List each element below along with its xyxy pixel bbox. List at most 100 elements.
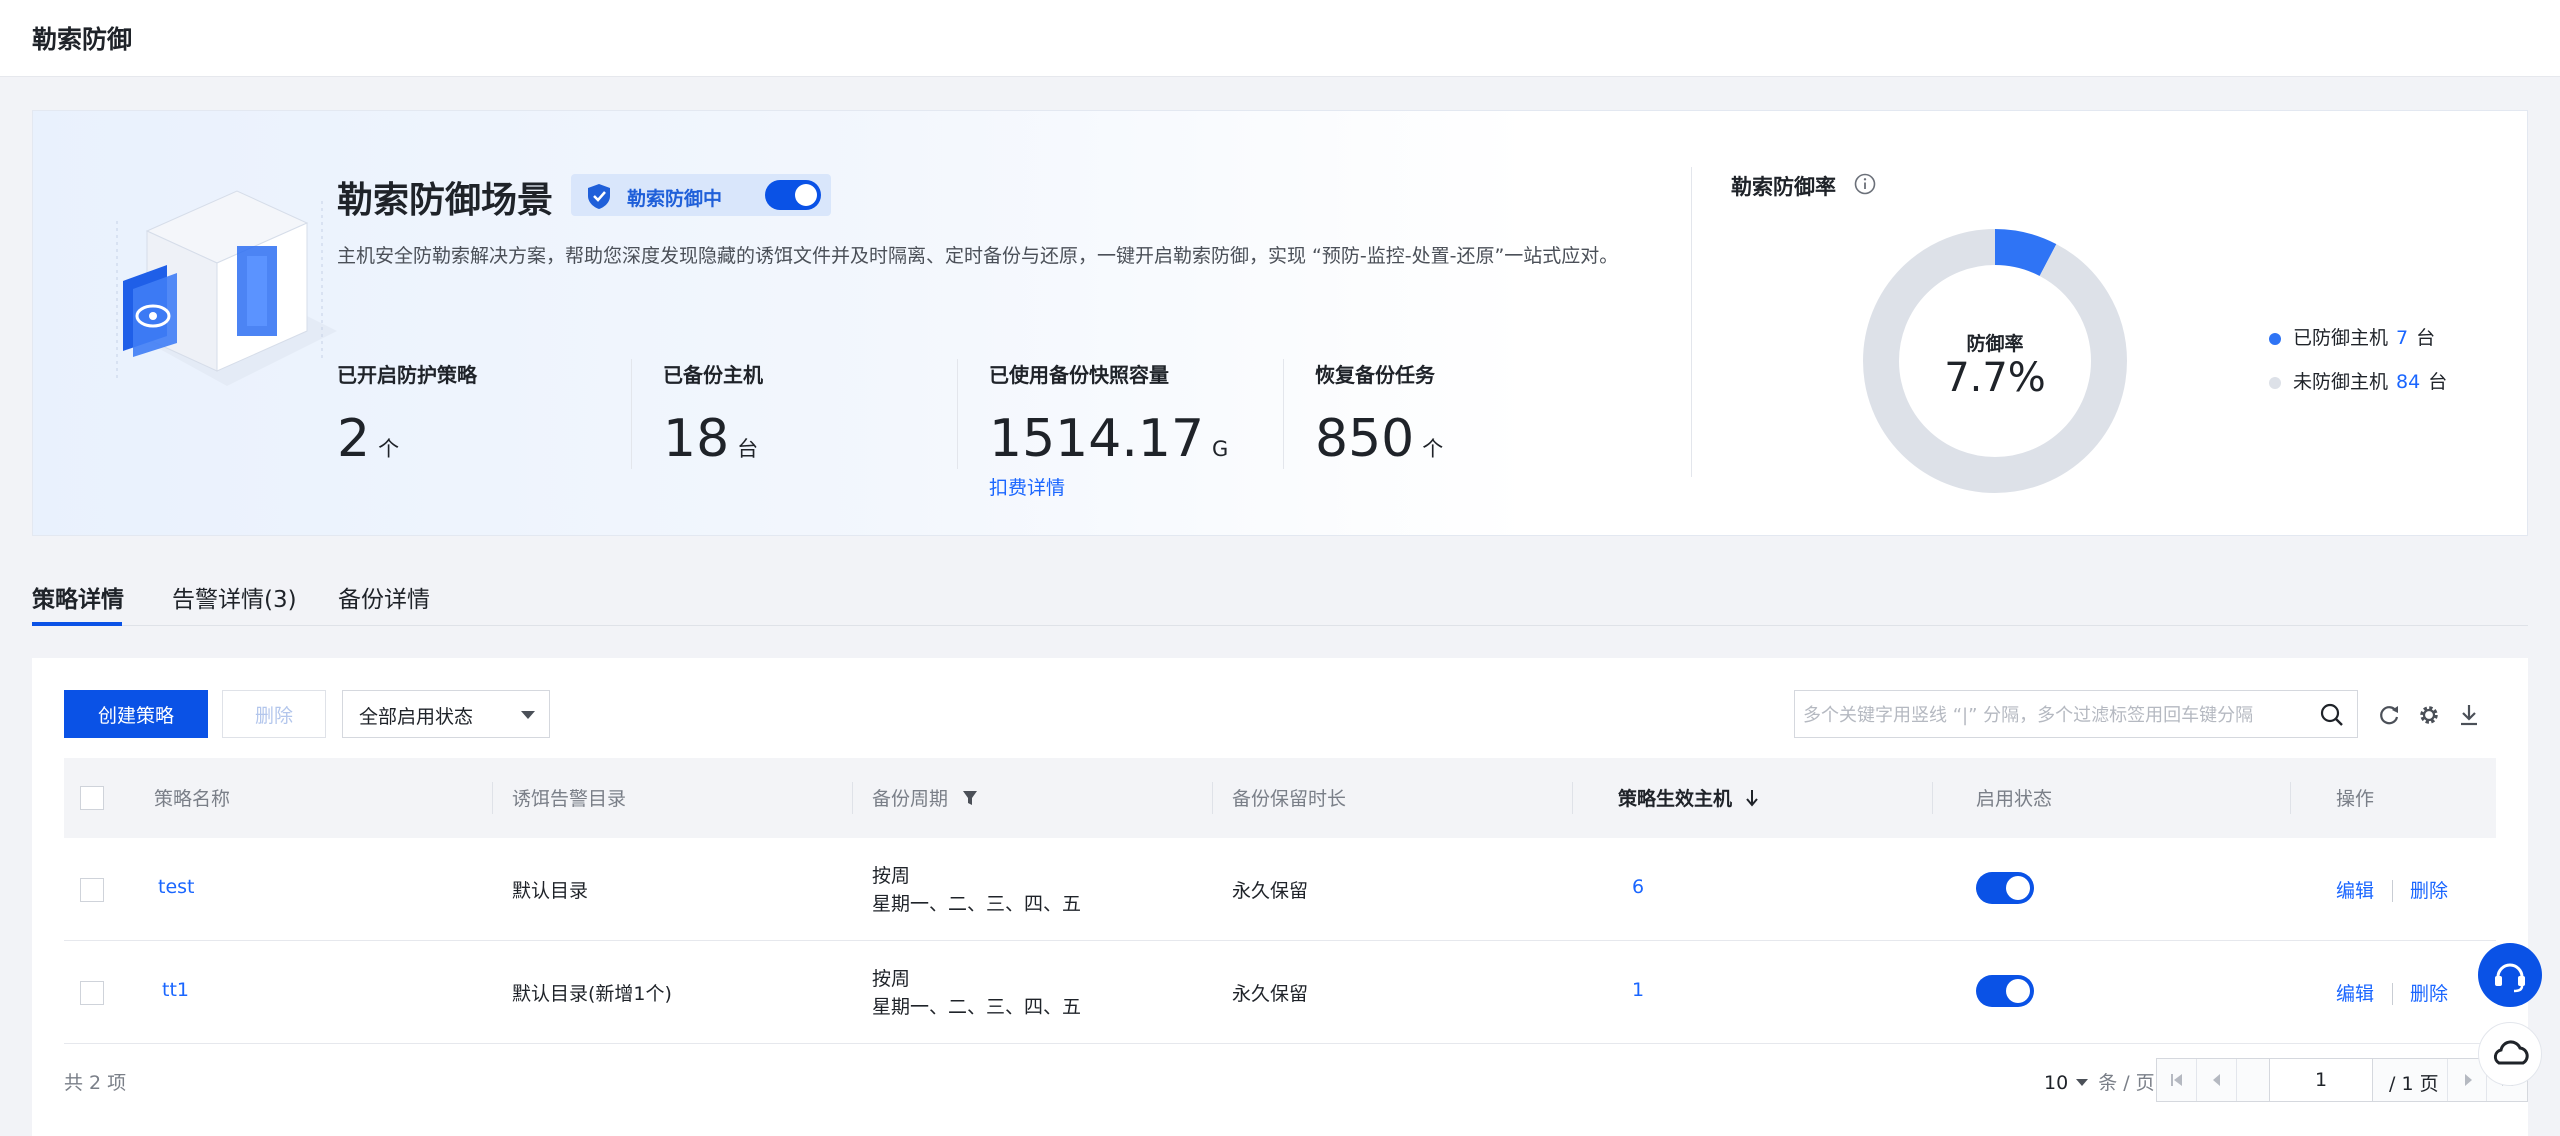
customer-service-button[interactable] <box>2478 943 2542 1007</box>
edit-link[interactable]: 编辑 <box>2336 979 2374 1006</box>
legend-count: 7 <box>2396 327 2409 349</box>
donut-center-label: 防御率 <box>1966 333 2024 355</box>
divider <box>957 359 958 469</box>
column-header-actions: 操作 <box>2336 788 2375 810</box>
edit-link[interactable]: 编辑 <box>2336 876 2374 903</box>
stat-backup-hosts: 已备份主机 18 台 <box>663 359 943 499</box>
chevron-left-icon <box>2213 1074 2220 1086</box>
tab-policy-details[interactable]: 策略详情 <box>32 580 124 614</box>
cycle-days: 星期一、二、三、四、五 <box>872 893 1082 915</box>
legend-undefended: 未防御主机 84 台 <box>2269 367 2447 394</box>
effective-hosts-link[interactable]: 1 <box>1632 979 1644 1001</box>
column-separator <box>1212 782 1213 814</box>
column-separator <box>2290 782 2291 814</box>
legend-unit: 台 <box>2416 327 2436 349</box>
headset-icon <box>2495 963 2525 993</box>
column-header-label: 策略生效主机 <box>1618 788 1733 810</box>
refresh-icon[interactable] <box>2376 702 2402 728</box>
column-separator <box>852 782 853 814</box>
filter-icon[interactable] <box>962 789 978 807</box>
search-icon[interactable] <box>2319 702 2345 728</box>
sort-descending-icon[interactable] <box>1745 788 1759 808</box>
action-separator <box>2392 983 2393 1005</box>
legend-label: 已防御主机 <box>2293 327 2389 349</box>
table-header: 策略名称 诱饵告警目录 备份周期 备份保留时长 策略生效主机 启用状态 操作 <box>64 758 2496 838</box>
column-separator <box>1572 782 1573 814</box>
search-box[interactable] <box>1794 690 2358 738</box>
policy-table-card: 创建策略 删除 全部启用状态 策略名称 诱饵告警目录 备份周期 备份保留时长 <box>32 658 2528 1136</box>
stat-label: 已备份主机 <box>663 363 763 387</box>
page-number-input[interactable]: 1 <box>2269 1059 2373 1101</box>
bait-dir: 默认目录(新增1个) <box>512 983 672 1005</box>
detail-tabs: 策略详情 告警详情(3) 备份详情 <box>32 570 2528 626</box>
legend-unit: 台 <box>2428 371 2448 393</box>
defense-toggle[interactable] <box>765 180 821 210</box>
policy-name-link[interactable]: test <box>158 876 195 898</box>
page-size-value: 10 <box>2044 1072 2069 1094</box>
tab-backup-details[interactable]: 备份详情 <box>338 580 430 614</box>
first-page-button[interactable] <box>2157 1059 2197 1101</box>
retention: 永久保留 <box>1232 880 1309 902</box>
create-policy-button[interactable]: 创建策略 <box>64 690 208 738</box>
delete-link[interactable]: 删除 <box>2410 876 2448 903</box>
stat-unit: G <box>1212 437 1229 461</box>
stat-value: 850 <box>1315 409 1415 469</box>
table-row: test 默认目录 按周 星期一、二、三、四、五 永久保留 6 编辑 删除 <box>64 838 2496 941</box>
cloud-icon <box>2493 1040 2529 1065</box>
search-input[interactable] <box>1803 701 2303 729</box>
delete-link[interactable]: 删除 <box>2410 979 2448 1006</box>
legend-defended: 已防御主机 7 台 <box>2269 323 2435 350</box>
chevron-down-icon <box>2076 1078 2089 1086</box>
per-page-label: 条 / 页 <box>2098 1072 2155 1094</box>
gear-icon[interactable] <box>2416 702 2442 728</box>
table-row: tt1 默认目录(新增1个) 按周 星期一、二、三、四、五 永久保留 1 编辑 … <box>64 941 2496 1044</box>
badge-label: 勒索防御中 <box>627 188 723 210</box>
cycle-type: 按周 <box>872 968 911 990</box>
cycle-type: 按周 <box>872 865 911 887</box>
billing-details-link[interactable]: 扣费详情 <box>989 473 1065 500</box>
enable-toggle[interactable] <box>1976 872 2034 904</box>
page-size-select[interactable]: 10 条 / 页 <box>2044 1068 2155 1095</box>
column-header-backup-cycle[interactable]: 备份周期 <box>872 784 978 811</box>
stat-label: 恢复备份任务 <box>1315 363 1435 387</box>
total-count: 共 2 项 <box>64 1072 127 1094</box>
tab-alert-details[interactable]: 告警详情(3) <box>172 580 297 614</box>
total-pages: / 1 页 <box>2389 1073 2439 1095</box>
shield-icon <box>588 184 610 209</box>
select-all-checkbox[interactable] <box>80 786 104 810</box>
stat-unit: 个 <box>1422 437 1444 461</box>
cloud-assistant-button[interactable] <box>2478 1022 2542 1086</box>
donut-center-value: 7.7% <box>1944 355 2046 401</box>
download-icon[interactable] <box>2456 702 2482 728</box>
action-separator <box>2392 880 2393 902</box>
defense-status-badge: 勒索防御中 <box>571 174 831 216</box>
row-checkbox[interactable] <box>80 981 104 1005</box>
status-filter-select[interactable]: 全部启用状态 <box>342 690 550 738</box>
status-filter-value: 全部启用状态 <box>359 706 474 728</box>
column-header-hosts[interactable]: 策略生效主机 <box>1618 784 1759 811</box>
row-checkbox[interactable] <box>80 878 104 902</box>
divider <box>631 359 632 469</box>
stat-value: 1514.17 <box>989 409 1205 469</box>
column-header-label: 备份周期 <box>872 788 949 810</box>
info-icon[interactable] <box>1853 172 1877 196</box>
chevron-right-icon <box>2465 1074 2472 1086</box>
legend-label: 未防御主机 <box>2293 371 2389 393</box>
first-page-icon <box>2171 1074 2182 1086</box>
stat-policies: 已开启防护策略 2个 <box>337 359 617 499</box>
page-title: 勒索防御 <box>32 25 133 54</box>
stat-label: 已开启防护策略 <box>337 363 477 387</box>
column-separator <box>492 782 493 814</box>
policy-name-link[interactable]: tt1 <box>162 979 189 1001</box>
prev-page-button[interactable] <box>2197 1059 2237 1101</box>
delete-button[interactable]: 删除 <box>222 690 326 738</box>
active-tab-indicator <box>32 622 122 626</box>
stat-unit: 个 <box>378 437 400 461</box>
column-header-name: 策略名称 <box>154 788 231 810</box>
legend-count: 84 <box>2396 371 2421 393</box>
effective-hosts-link[interactable]: 6 <box>1632 876 1644 898</box>
stat-snapshot-capacity: 已使用备份快照容量 1514.17 G 扣费详情 <box>989 359 1289 499</box>
stat-label: 已使用备份快照容量 <box>989 363 1169 387</box>
top-bar: 勒索防御 <box>0 0 2560 77</box>
enable-toggle[interactable] <box>1976 975 2034 1007</box>
